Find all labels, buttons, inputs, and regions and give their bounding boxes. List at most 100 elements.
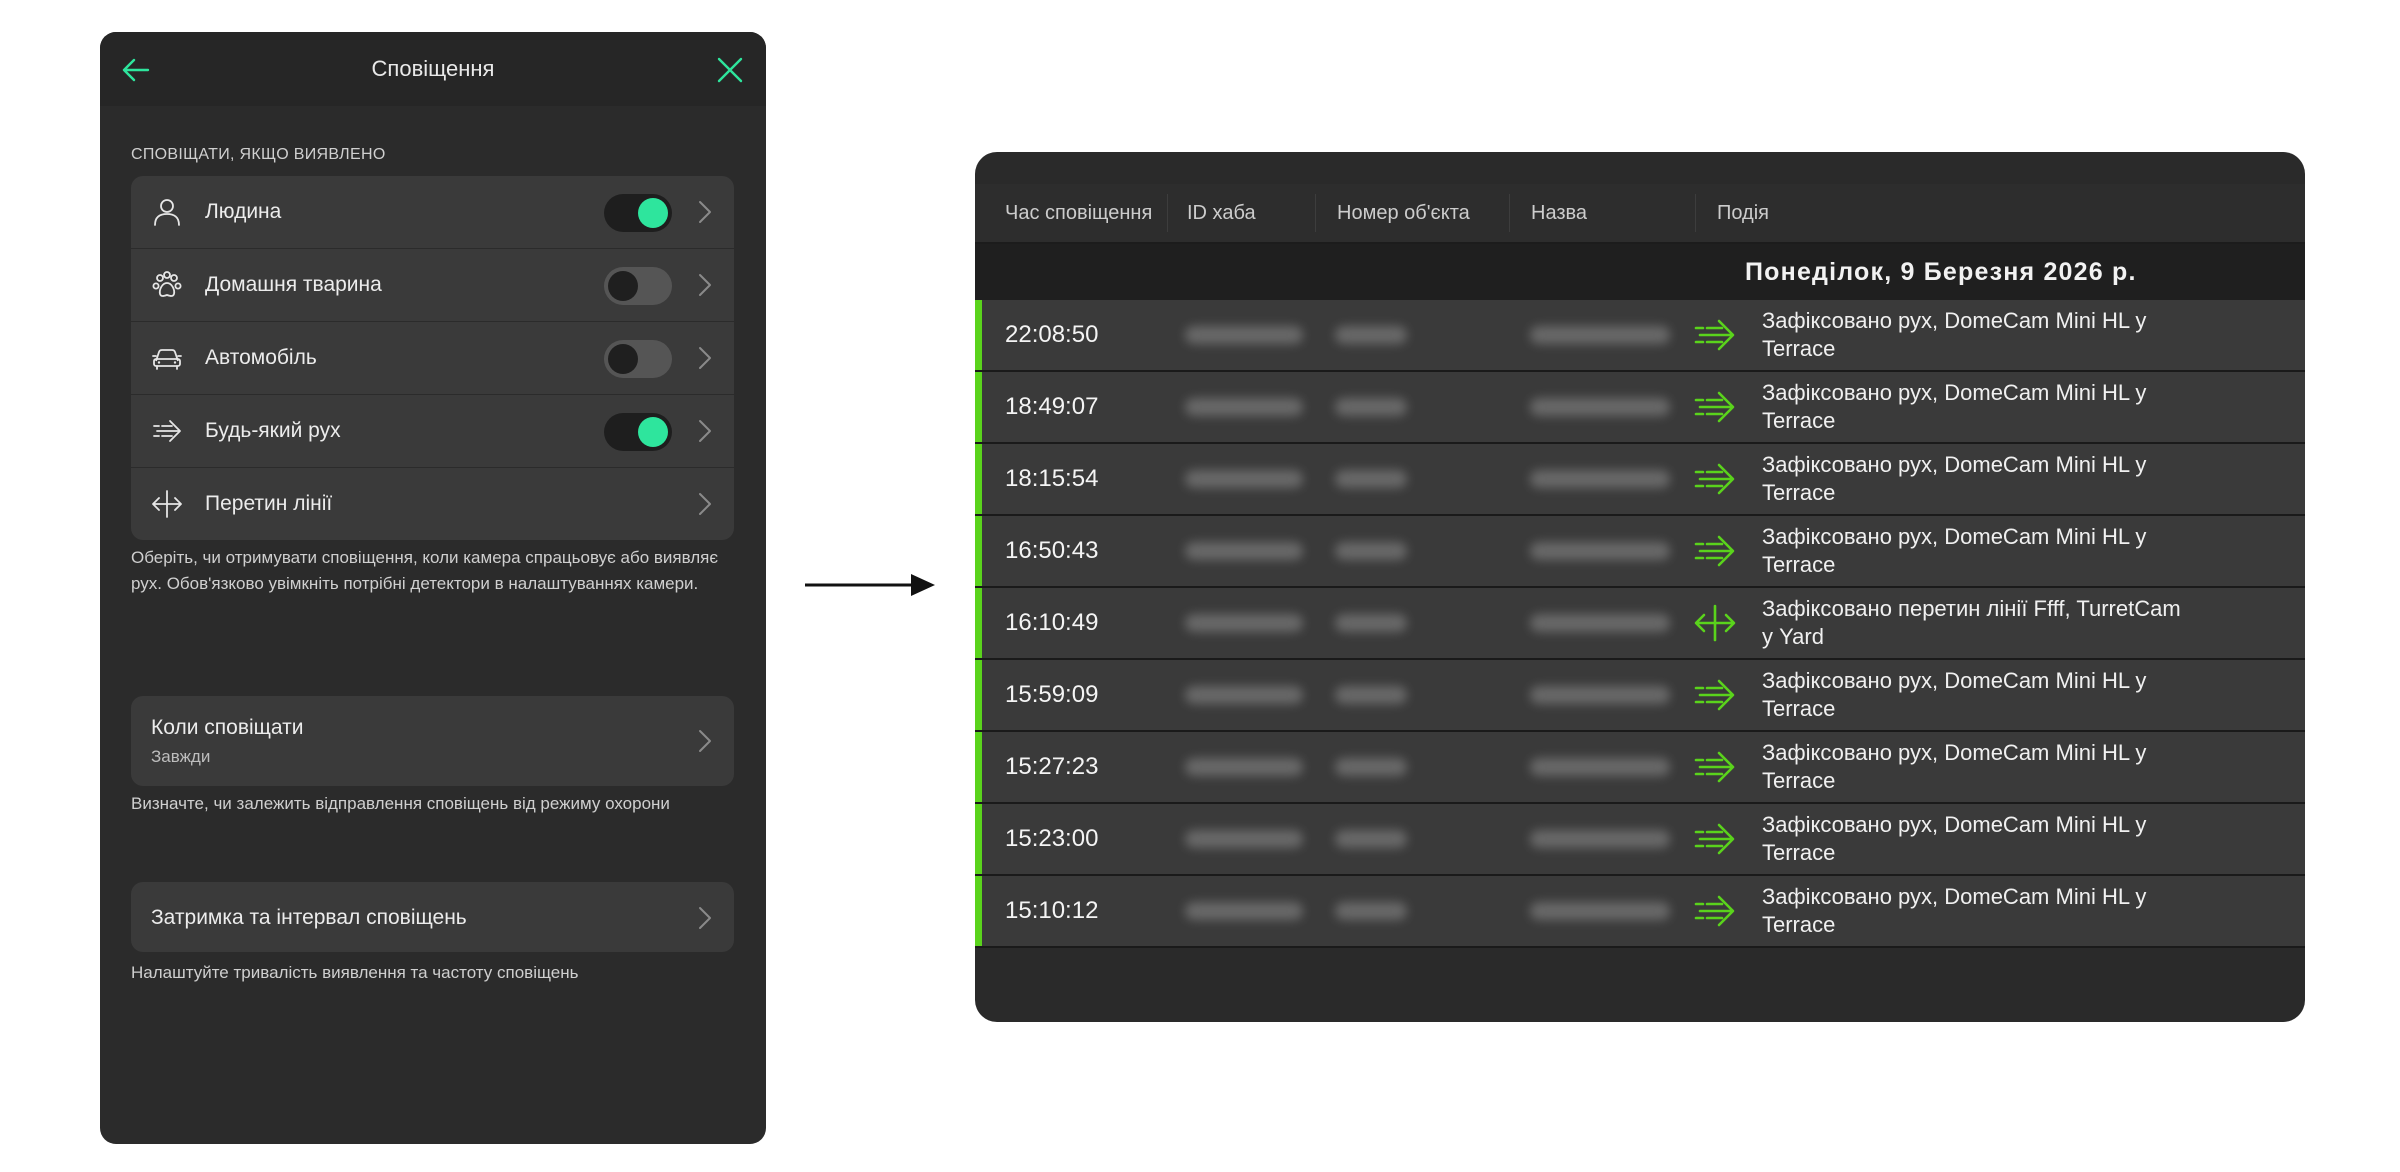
redacted-object-number bbox=[1335, 902, 1407, 920]
detectors-list: Людина Домашня тварина Автомобіль Будь-я… bbox=[131, 176, 734, 540]
row-event: Зафіксовано рух, DomeCam Mini HL у Terra… bbox=[1762, 452, 2147, 505]
when-to-notify-item[interactable]: Коли сповіщати Завжди bbox=[131, 696, 734, 786]
settings-header: Сповіщення bbox=[100, 32, 766, 106]
table-row[interactable]: 18:15:54 Зафіксовано рух, DomeCam Mini HL… bbox=[975, 444, 2305, 516]
redacted-object-number bbox=[1335, 470, 1407, 488]
row-time: 15:10:12 bbox=[1005, 897, 1099, 924]
detector-label: Домашня тварина bbox=[205, 273, 382, 296]
row-event: Зафіксовано перетин лінії Ffff, TurretCa… bbox=[1762, 596, 2181, 649]
section-label: СПОВІЩАТИ, ЯКЩО ВИЯВЛЕНО bbox=[131, 146, 386, 163]
person-icon bbox=[154, 199, 180, 226]
chevron-right-icon bbox=[699, 493, 711, 515]
redacted-hub-id bbox=[1185, 542, 1303, 560]
motion-icon bbox=[1694, 391, 1735, 423]
redacted-name bbox=[1530, 542, 1670, 560]
motion-icon bbox=[1694, 535, 1735, 567]
event-log-table: Час сповіщення ID хаба Номер об'єкта Наз… bbox=[975, 152, 2305, 1022]
delay-title: Затримка та інтервал сповіщень bbox=[151, 906, 467, 929]
detector-label: Перетин лінії bbox=[205, 492, 333, 515]
col-event: Подія bbox=[1717, 202, 1770, 224]
row-time: 15:23:00 bbox=[1005, 825, 1099, 852]
row-time: 15:27:23 bbox=[1005, 753, 1099, 780]
detector-label: Будь-який рух bbox=[205, 419, 341, 442]
motion-icon bbox=[1694, 823, 1735, 855]
detector-row-any-motion[interactable]: Будь-який рух bbox=[131, 395, 734, 468]
table-row[interactable]: 18:49:07 Зафіксовано рух, DomeCam Mini HL… bbox=[975, 372, 2305, 444]
redacted-name bbox=[1530, 830, 1670, 848]
redacted-hub-id bbox=[1185, 686, 1303, 704]
detector-row-line-crossing[interactable]: Перетин лінії bbox=[131, 468, 734, 540]
redacted-object-number bbox=[1335, 326, 1407, 344]
row-event: Зафіксовано рух, DomeCam Mini HL у Terra… bbox=[1762, 524, 2147, 577]
chevron-right-icon bbox=[699, 201, 711, 223]
chevron-right-icon bbox=[699, 347, 711, 369]
redacted-object-number bbox=[1335, 542, 1407, 560]
detector-row-pet[interactable]: Домашня тварина bbox=[131, 249, 734, 322]
row-event: Зафіксовано рух, DomeCam Mini HL у Terra… bbox=[1762, 812, 2147, 865]
motion-icon bbox=[1694, 319, 1735, 351]
redacted-object-number bbox=[1335, 398, 1407, 416]
table-row[interactable]: 16:10:49 Зафіксовано перетин лінії Ffff, … bbox=[975, 588, 2305, 660]
redacted-name bbox=[1530, 614, 1670, 632]
notification-settings-panel: Сповіщення СПОВІЩАТИ, ЯКЩО ВИЯВЛЕНО Люди… bbox=[100, 32, 766, 1144]
table-body: 22:08:50 Зафіксовано рух, DomeCam Mini HL… bbox=[975, 300, 2305, 948]
redacted-hub-id bbox=[1185, 398, 1303, 416]
redacted-hub-id bbox=[1185, 326, 1303, 344]
table-row[interactable]: 15:23:00 Зафіксовано рух, DomeCam Mini HL… bbox=[975, 804, 2305, 876]
motion-icon bbox=[1694, 679, 1735, 711]
col-name: Назва bbox=[1531, 202, 1588, 224]
table-row[interactable]: 16:50:43 Зафіксовано рух, DomeCam Mini HL… bbox=[975, 516, 2305, 588]
toggle-knob bbox=[638, 198, 668, 228]
detector-label: Людина bbox=[205, 200, 282, 223]
motion-icon bbox=[1694, 895, 1735, 927]
table-row[interactable]: 15:59:09 Зафіксовано рух, DomeCam Mini HL… bbox=[975, 660, 2305, 732]
redacted-object-number bbox=[1335, 686, 1407, 704]
redacted-name bbox=[1530, 398, 1670, 416]
pet-toggle[interactable] bbox=[604, 267, 672, 305]
motion-icon bbox=[153, 420, 181, 442]
redacted-hub-id bbox=[1185, 614, 1303, 632]
row-event: Зафіксовано рух, DomeCam Mini HL у Terra… bbox=[1762, 668, 2147, 721]
delay-description: Налаштуйте тривалість виявлення та часто… bbox=[131, 963, 579, 982]
car-icon bbox=[152, 349, 182, 370]
line-crossing-icon bbox=[1694, 604, 1736, 642]
date-label: Понеділок, 9 Березня 2026 р. bbox=[1745, 258, 2137, 286]
arrow-right-icon bbox=[805, 574, 935, 596]
redacted-name bbox=[1530, 326, 1670, 344]
detector-row-person[interactable]: Людина bbox=[131, 176, 734, 249]
table-row[interactable]: 15:27:23 Зафіксовано рух, DomeCam Mini HL… bbox=[975, 732, 2305, 804]
back-arrow-icon[interactable] bbox=[120, 54, 152, 86]
any-motion-toggle[interactable] bbox=[604, 413, 672, 451]
when-title: Коли сповіщати bbox=[151, 716, 304, 739]
redacted-name bbox=[1530, 902, 1670, 920]
redacted-name bbox=[1530, 470, 1670, 488]
row-time: 16:50:43 bbox=[1005, 537, 1099, 564]
chevron-right-icon bbox=[699, 730, 711, 752]
row-time: 18:15:54 bbox=[1005, 465, 1099, 492]
chevron-right-icon bbox=[699, 907, 711, 929]
detectors-description: Оберіть, чи отримувати сповіщення, коли … bbox=[131, 548, 719, 593]
detector-label: Автомобіль bbox=[205, 346, 317, 369]
table-header: Час сповіщення ID хаба Номер об'єкта Наз… bbox=[975, 184, 2305, 244]
line-crossing-icon bbox=[152, 490, 182, 518]
table-row[interactable]: 22:08:50 Зафіксовано рух, DomeCam Mini HL… bbox=[975, 300, 2305, 372]
redacted-hub-id bbox=[1185, 902, 1303, 920]
detector-row-vehicle[interactable]: Автомобіль bbox=[131, 322, 734, 395]
row-event: Зафіксовано рух, DomeCam Mini HL у Terra… bbox=[1762, 740, 2147, 793]
vehicle-toggle[interactable] bbox=[604, 340, 672, 378]
chevron-right-icon bbox=[699, 420, 711, 442]
row-time: 15:59:09 bbox=[1005, 681, 1099, 708]
redacted-object-number bbox=[1335, 758, 1407, 776]
row-time: 16:10:49 bbox=[1005, 609, 1099, 636]
person-toggle[interactable] bbox=[604, 194, 672, 232]
when-subtitle: Завжди bbox=[151, 747, 211, 766]
col-object-number: Номер об'єкта bbox=[1337, 202, 1470, 224]
close-icon[interactable] bbox=[714, 54, 746, 86]
motion-icon bbox=[1694, 463, 1735, 495]
paw-icon bbox=[152, 271, 182, 297]
row-time: 18:49:07 bbox=[1005, 393, 1099, 420]
when-description: Визначте, чи залежить відправлення спові… bbox=[131, 794, 670, 813]
delay-interval-item[interactable]: Затримка та інтервал сповіщень bbox=[131, 882, 734, 952]
table-row[interactable]: 15:10:12 Зафіксовано рух, DomeCam Mini HL… bbox=[975, 876, 2305, 948]
toggle-knob bbox=[608, 271, 638, 301]
